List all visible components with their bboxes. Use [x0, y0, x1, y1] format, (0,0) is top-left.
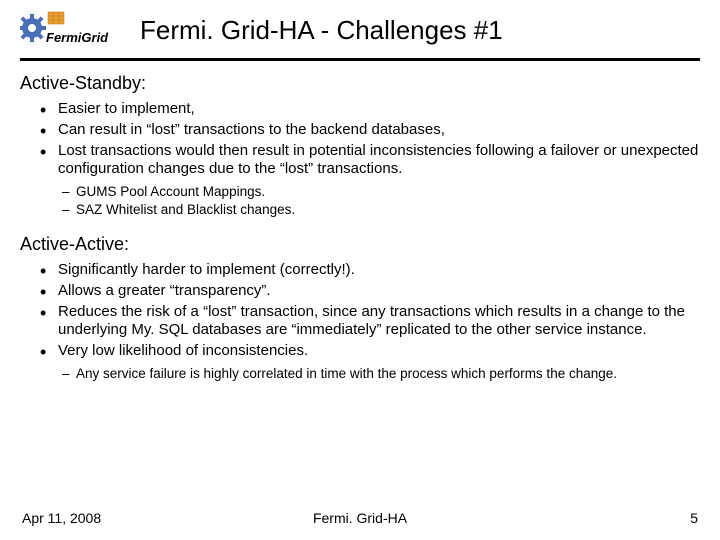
fermigrid-logo: FermiGrid — [20, 10, 110, 50]
list-item: Lost transactions would then result in p… — [44, 142, 700, 180]
list-item: Allows a greater “transparency”. — [44, 282, 700, 301]
section-heading-active-standby: Active-Standby: — [20, 73, 700, 94]
sub-bullet-list: Any service failure is highly correlated… — [20, 365, 700, 383]
footer-page-number: 5 — [690, 510, 698, 526]
list-item: Very low likelihood of inconsistencies. — [44, 342, 700, 361]
title-rule — [20, 58, 700, 61]
slide-footer: Apr 11, 2008 Fermi. Grid-HA 5 — [0, 510, 720, 526]
footer-date: Apr 11, 2008 — [22, 510, 101, 526]
list-item: Can result in “lost” transactions to the… — [44, 121, 700, 140]
list-item: Any service failure is highly correlated… — [62, 365, 700, 383]
svg-text:FermiGrid: FermiGrid — [46, 30, 109, 45]
footer-center: Fermi. Grid-HA — [313, 510, 407, 526]
sub-bullet-list: GUMS Pool Account Mappings. SAZ Whitelis… — [20, 183, 700, 218]
slide-title: Fermi. Grid-HA - Challenges #1 — [140, 15, 503, 46]
list-item: Significantly harder to implement (corre… — [44, 261, 700, 280]
list-item: SAZ Whitelist and Blacklist changes. — [62, 201, 700, 219]
list-item: Easier to implement, — [44, 100, 700, 119]
section-heading-active-active: Active-Active: — [20, 234, 700, 255]
list-item: GUMS Pool Account Mappings. — [62, 183, 700, 201]
list-item: Reduces the risk of a “lost” transaction… — [44, 303, 700, 341]
slide-content: Active-Standby: Easier to implement, Can… — [0, 73, 720, 382]
bullet-list: Significantly harder to implement (corre… — [20, 261, 700, 361]
bullet-list: Easier to implement, Can result in “lost… — [20, 100, 700, 179]
